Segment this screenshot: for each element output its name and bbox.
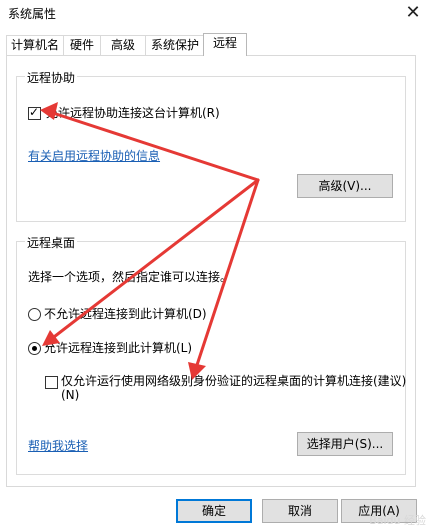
cancel-button[interactable]: 取消 (262, 499, 338, 523)
nla-only-label-line2[interactable]: (N) (61, 388, 79, 402)
watermark-logo: Baidu 经验 (369, 514, 426, 527)
disallow-remote-radio[interactable] (28, 308, 41, 321)
remote-desktop-group: 远程桌面 选择一个选项，然后指定谁可以连接。 不允许远程连接到此计算机(D) 允… (16, 234, 406, 475)
nla-only-checkbox[interactable] (45, 376, 58, 389)
close-icon[interactable]: ✕ (402, 2, 424, 24)
checkmark-icon: ✓ (29, 105, 40, 119)
remote-desktop-instruction: 选择一个选项，然后指定谁可以连接。 (28, 270, 233, 284)
remote-assistance-group: 远程协助 ✓ 允许远程协助连接这台计算机(R) 有关启用远程协助的信息 高级(V… (16, 69, 406, 222)
tab-remote[interactable]: 远程 (203, 33, 247, 56)
remote-desktop-title: 远程桌面 (25, 234, 78, 251)
window-title: 系统属性 (8, 7, 57, 21)
allow-remote-label[interactable]: 允许远程连接到此计算机(L) (44, 339, 192, 356)
ok-button[interactable]: 确定 (176, 499, 252, 523)
disallow-remote-label[interactable]: 不允许远程连接到此计算机(D) (44, 305, 207, 322)
remote-assistance-title: 远程协助 (25, 69, 78, 86)
tab-hardware[interactable]: 硬件 (63, 35, 101, 55)
tab-panel-remote: 远程协助 ✓ 允许远程协助连接这台计算机(R) 有关启用远程协助的信息 高级(V… (6, 55, 416, 487)
select-users-button[interactable]: 选择用户(S)... (297, 432, 393, 456)
allow-remote-radio[interactable] (28, 342, 41, 355)
advanced-button[interactable]: 高级(V)... (297, 174, 393, 198)
nla-only-label-line1[interactable]: 仅允许运行使用网络级别身份验证的远程桌面的计算机连接(建议) (61, 372, 406, 389)
remote-assistance-info-link[interactable]: 有关启用远程协助的信息 (28, 147, 160, 164)
allow-remote-assistance-checkbox[interactable]: ✓ (28, 105, 41, 120)
tab-computer-name[interactable]: 计算机名 (6, 35, 64, 55)
allow-remote-assistance-label[interactable]: 允许远程协助连接这台计算机(R) (46, 104, 220, 121)
tab-advanced[interactable]: 高级 (100, 35, 146, 55)
radio-selected-dot (32, 346, 37, 351)
help-me-choose-link[interactable]: 帮助我选择 (28, 437, 88, 454)
tab-system-protection[interactable]: 系统保护 (145, 35, 205, 55)
title-bar: 系统属性 ✕ (0, 0, 430, 26)
